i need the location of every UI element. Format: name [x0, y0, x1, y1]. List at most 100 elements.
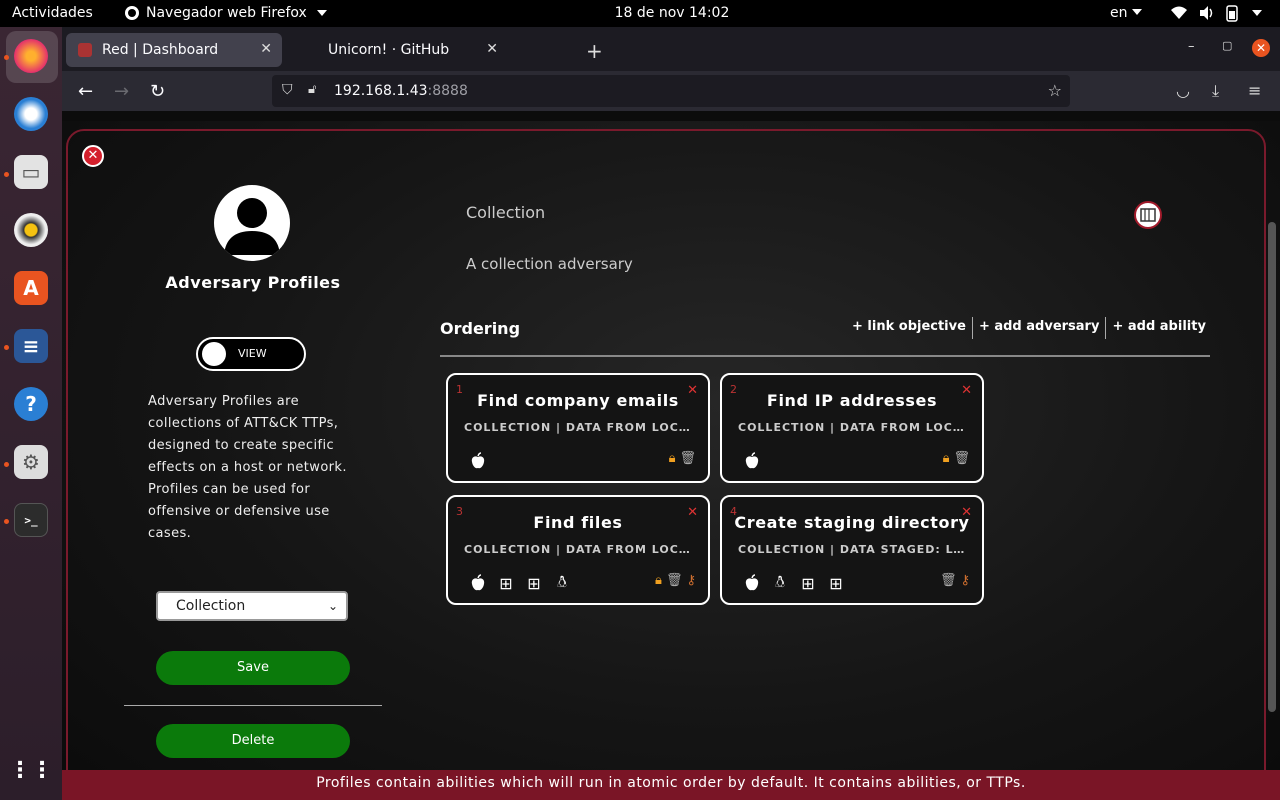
terminal-icon[interactable]: >_ [14, 503, 48, 537]
tab-red-dashboard[interactable]: Red | Dashboard ✕ [66, 33, 282, 67]
running-indicator [4, 462, 9, 467]
ability-badges: 🔒︎ 🗑︎ [943, 451, 970, 466]
objective-glyph-icon [1140, 208, 1156, 222]
adversary-description[interactable]: A collection adversary [466, 255, 633, 273]
firefox-icon[interactable] [14, 39, 48, 73]
files-icon[interactable]: ▭ [14, 155, 48, 189]
delete-button[interactable]: Delete [156, 724, 350, 758]
running-indicator [4, 55, 9, 60]
menu-icon[interactable]: ≡ [1248, 81, 1261, 100]
adversary-name[interactable]: Collection [466, 203, 545, 222]
add-adversary-button[interactable]: + add adversary [973, 319, 1106, 339]
ability-card[interactable]: 2 ✕ Find IP addresses COLLECTION | DATA … [720, 373, 984, 483]
chevron-down-icon: ⌄ [327, 599, 338, 613]
language-label: en [1110, 5, 1128, 21]
apple-icon [742, 573, 762, 593]
link-objective-button[interactable]: + link objective [846, 319, 972, 339]
ability-badges: 🗑︎ ⚷ [940, 573, 970, 588]
help-icon[interactable]: ? [14, 387, 48, 421]
lock-icon[interactable]: 🔓︎ [308, 82, 316, 97]
running-indicator [4, 345, 9, 350]
page-scrollbar[interactable] [1268, 222, 1276, 712]
rhythmbox-icon[interactable] [14, 213, 48, 247]
reload-icon[interactable]: ↻ [150, 81, 165, 102]
key-icon: ⚷ [960, 573, 970, 588]
trash-icon: 🗑︎ [939, 573, 957, 588]
ability-card[interactable]: 1 ✕ Find company emails COLLECTION | DAT… [446, 373, 710, 483]
ability-badges: 🔒︎ 🗑︎ ⚷ [655, 573, 696, 588]
system-tray[interactable] [1170, 4, 1262, 22]
user-silhouette-icon [224, 198, 280, 255]
windows-icon: ⊞ [527, 573, 541, 593]
ability-platforms: ⊞ ⊞ 🐧︎ [468, 572, 572, 593]
wifi-icon [1171, 6, 1187, 19]
maximize-icon[interactable]: ▢ [1222, 39, 1232, 52]
ability-platforms: 🐧︎ ⊞ ⊞ [742, 572, 846, 593]
ability-tactic: COLLECTION | DATA FROM LOCAL SYSTEM [738, 421, 970, 434]
minimize-icon[interactable]: – [1188, 39, 1195, 54]
adversary-profiles-modal: ✕ Adversary Profiles VIEW Adversary Prof… [66, 129, 1266, 800]
software-icon[interactable]: A [14, 271, 48, 305]
url-text[interactable]: 192.168.1.43:8888 [334, 83, 468, 99]
clock[interactable]: 18 de nov 14:02 [0, 5, 1280, 21]
apple-icon [468, 451, 488, 471]
nav-bar: ← → ↻ ⛉ 🔓︎ 192.168.1.43:8888 ☆ ◡ ⤓ ≡ [62, 71, 1280, 111]
pocket-icon[interactable]: ◡ [1176, 81, 1190, 100]
language-selector[interactable]: en [1110, 5, 1142, 21]
url-bar[interactable]: ⛉ 🔓︎ 192.168.1.43:8888 ☆ [272, 75, 1070, 107]
profile-select[interactable]: Collection ⌄ [156, 591, 348, 621]
show-apps-icon[interactable]: ⋮⋮ [9, 753, 53, 787]
linux-icon: 🐧︎ [557, 572, 567, 591]
profile-avatar [214, 185, 290, 261]
apple-icon [742, 451, 762, 471]
objective-icon[interactable] [1134, 201, 1162, 229]
trash-icon: 🗑︎ [679, 451, 696, 466]
save-button[interactable]: Save [156, 651, 350, 685]
ability-title: Create staging directory [734, 513, 970, 532]
downloads-icon[interactable]: ⤓ [1212, 81, 1219, 101]
divider [124, 705, 382, 706]
new-tab-icon[interactable]: + [586, 39, 603, 63]
close-window-icon[interactable]: ✕ [1252, 39, 1270, 57]
ability-card[interactable]: 3 ✕ Find files COLLECTION | DATA FROM LO… [446, 495, 710, 605]
ordering-actions: + link objective + add adversary + add a… [846, 317, 1212, 339]
tab-label: Unicorn! · GitHub [328, 42, 450, 58]
bookmark-star-icon[interactable]: ☆ [1048, 81, 1062, 100]
add-ability-button[interactable]: + add ability [1106, 319, 1211, 339]
ability-card[interactable]: 4 ✕ Create staging directory COLLECTION … [720, 495, 984, 605]
thunderbird-icon[interactable] [14, 97, 48, 131]
settings-icon[interactable]: ⚙ [14, 445, 48, 479]
panel-title: Adversary Profiles [165, 273, 341, 292]
windows-icon: ⊞ [499, 573, 513, 593]
ordering-divider [440, 355, 1210, 357]
tab-label: Red | Dashboard [102, 42, 219, 58]
chevron-down-icon [1131, 9, 1142, 15]
system-top-bar: Actividades Navegador web Firefox 18 de … [0, 0, 1280, 27]
close-tab-icon[interactable]: ✕ [260, 41, 272, 57]
ability-tactic: COLLECTION | DATA STAGED: LOCAL DATA STA… [738, 543, 970, 556]
close-tab-icon[interactable]: ✕ [486, 41, 498, 57]
windows-icon: ⊞ [829, 573, 843, 593]
ability-tactic: COLLECTION | DATA FROM LOCAL SYSTEM [464, 543, 696, 556]
writer-icon[interactable]: ≡ [14, 329, 48, 363]
linux-icon: 🐧︎ [775, 572, 785, 591]
chevron-down-icon [1252, 10, 1262, 16]
close-modal-icon[interactable]: ✕ [82, 145, 104, 167]
back-icon[interactable]: ← [78, 81, 93, 102]
shield-icon[interactable]: ⛉ [282, 82, 293, 98]
ability-title: Find company emails [477, 391, 679, 410]
tab-unicorn-github[interactable]: Unicorn! · GitHub ✕ [292, 33, 508, 67]
page-top-strip [62, 111, 1280, 121]
ability-platforms [742, 451, 762, 471]
volume-icon [1200, 6, 1213, 20]
key-icon: ⚷ [686, 573, 696, 588]
lock-icon: 🔒︎ [668, 451, 676, 466]
trash-icon: 🗑︎ [665, 573, 683, 588]
dock: ▭ A ≡ ? ⚙ >_ ⋮⋮ [0, 27, 62, 800]
running-indicator [4, 172, 9, 177]
ability-title: Find files [533, 513, 623, 532]
ability-title: Find IP addresses [766, 391, 938, 410]
tab-favicon-icon [78, 43, 92, 57]
forward-icon[interactable]: → [114, 81, 129, 102]
view-edit-toggle[interactable]: VIEW [196, 337, 306, 371]
